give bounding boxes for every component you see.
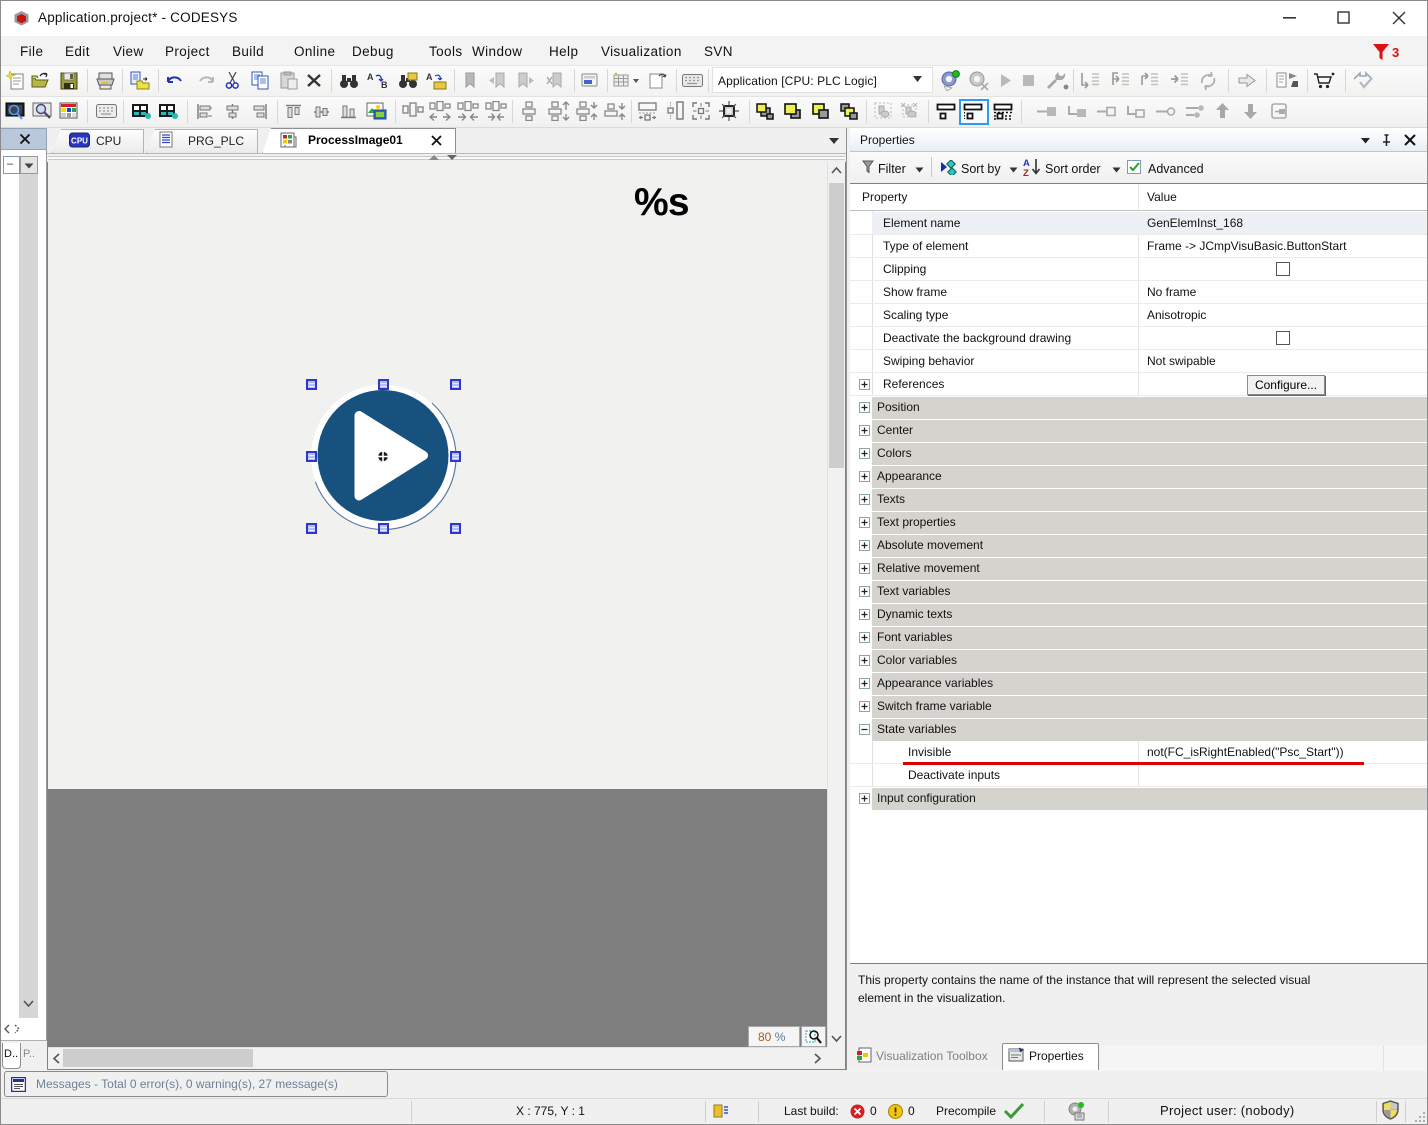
svg-text:A: A — [367, 72, 374, 82]
svg-text:B: B — [381, 80, 388, 90]
svg-text:Z: Z — [1023, 168, 1029, 178]
svg-text:CPU: CPU — [71, 137, 88, 146]
svg-text:A: A — [426, 72, 433, 82]
